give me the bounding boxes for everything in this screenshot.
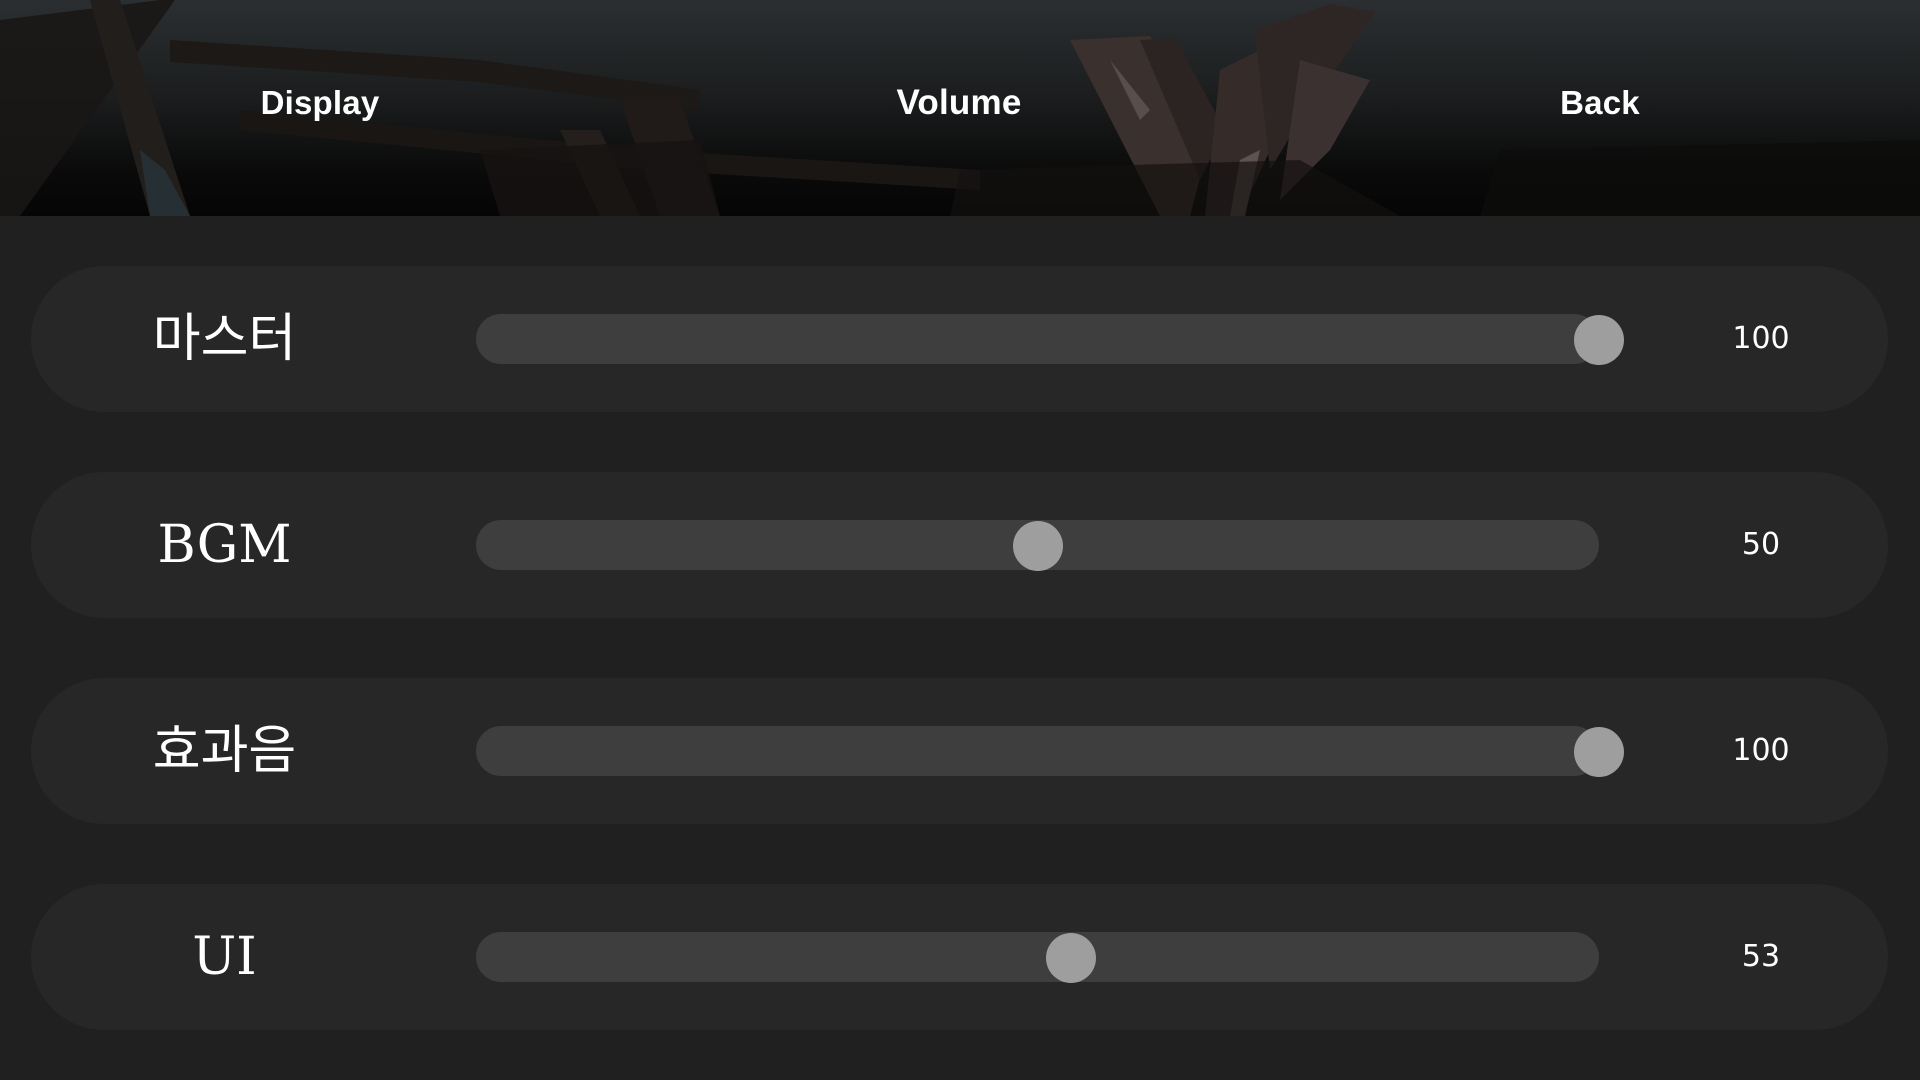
ui-volume-row: UI 53 xyxy=(31,884,1888,1030)
master-volume-value: 100 xyxy=(1732,321,1790,356)
sfx-volume-slider[interactable] xyxy=(476,726,1599,776)
bgm-volume-handle[interactable] xyxy=(1012,521,1063,571)
bgm-volume-value: 50 xyxy=(1741,527,1781,562)
ui-volume-value: 53 xyxy=(1741,939,1781,974)
back-button[interactable]: Back xyxy=(1560,84,1640,122)
sfx-volume-handle[interactable] xyxy=(1574,727,1624,777)
bgm-volume-label: BGM xyxy=(157,515,292,575)
header-bar: Display Volume Back xyxy=(0,0,1920,216)
master-volume-row: 마스터 100 xyxy=(31,266,1888,412)
ui-volume-slider[interactable] xyxy=(476,932,1599,982)
sfx-volume-label: 효과음 xyxy=(152,721,297,781)
bgm-volume-row: BGM 50 xyxy=(31,472,1888,618)
master-volume-handle[interactable] xyxy=(1574,315,1624,365)
volume-settings-screen: Display Volume Back 마스터 100 BGM 50 효과음 1… xyxy=(0,0,1920,1080)
tab-volume[interactable]: Volume xyxy=(896,83,1021,123)
master-volume-slider[interactable] xyxy=(476,314,1599,364)
ui-volume-label: UI xyxy=(192,927,257,987)
sfx-volume-value: 100 xyxy=(1732,733,1790,768)
ui-volume-handle[interactable] xyxy=(1046,933,1097,983)
master-volume-label: 마스터 xyxy=(152,309,297,369)
sfx-volume-row: 효과음 100 xyxy=(31,678,1888,824)
tab-display[interactable]: Display xyxy=(261,84,380,122)
